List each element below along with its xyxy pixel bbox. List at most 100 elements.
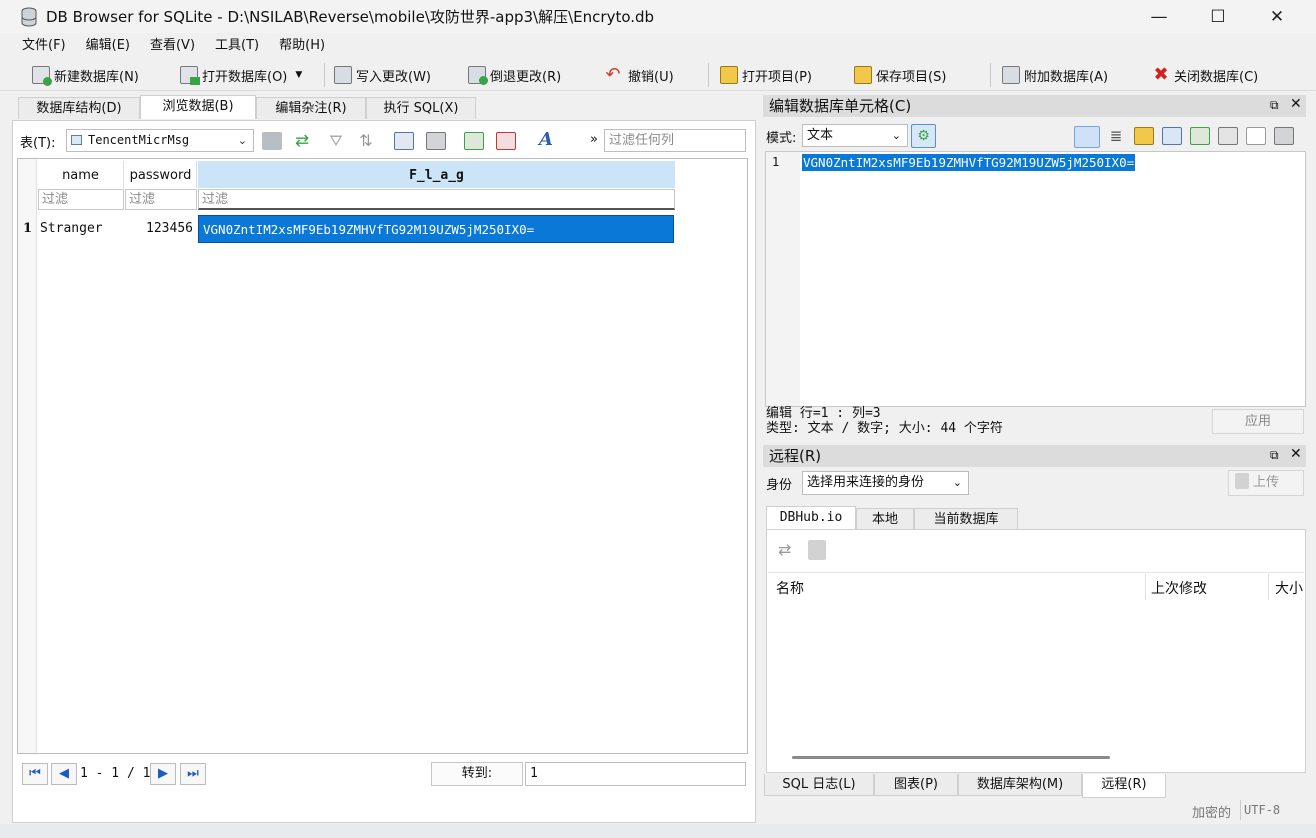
close-dock-icon[interactable]: ✕ (1290, 96, 1302, 112)
row-number[interactable]: 1 (18, 215, 37, 243)
menu-file[interactable]: 文件(F) (12, 34, 76, 58)
clear-filters-icon[interactable]: ⇄ (292, 132, 312, 150)
tab-local[interactable]: 本地 (856, 508, 914, 530)
tab-dbhub[interactable]: DBHub.io (766, 506, 856, 530)
open-database-button[interactable]: 打开数据库(O) ▼ (180, 62, 302, 88)
previous-page-icon[interactable]: ◀ (51, 763, 77, 785)
goto-button[interactable]: 转到: (431, 762, 523, 786)
tab-database-structure[interactable]: 数据库结构(D) (18, 97, 140, 119)
column-divider (1145, 574, 1146, 600)
menu-tools[interactable]: 工具(T) (205, 34, 269, 58)
sort-icon[interactable]: ⇅ (356, 132, 376, 150)
remote-col-modified[interactable]: 上次修改 (1151, 578, 1207, 598)
revert-changes-button[interactable]: 倒退更改(R) (468, 62, 561, 88)
identity-select[interactable]: 选择用来连接的身份 ⌄ (802, 471, 969, 495)
cell-name[interactable]: Stranger (40, 215, 124, 243)
column-header-password[interactable]: password (125, 161, 197, 188)
indent-icon[interactable]: ≣ (1106, 127, 1126, 145)
filter-flag-input[interactable]: 过滤 (198, 189, 675, 210)
app-window: DB Browser for SQLite - D:\NSILAB\Revers… (0, 0, 1316, 824)
cell-flag[interactable]: VGN0ZntIM2xsMF9Eb19ZMHVfTG92M19UZW5jM250… (198, 215, 674, 243)
menu-view[interactable]: 查看(V) (140, 34, 205, 58)
minimize-button[interactable]: — (1130, 0, 1188, 33)
column-header-name-label: name (62, 168, 99, 183)
new-database-button[interactable]: 新建数据库(N) (32, 62, 139, 88)
delete-record-icon[interactable] (496, 132, 516, 150)
text-format-icon[interactable]: A (536, 130, 556, 150)
chevron-down-icon: ⌄ (237, 134, 247, 147)
column-header-name[interactable]: name (38, 161, 124, 188)
upload-button[interactable]: 上传 (1228, 470, 1304, 496)
close-database-button[interactable]: ✖ 关闭数据库(C) (1152, 62, 1258, 88)
remote-col-size-clip: 大小 (1275, 578, 1304, 598)
export-file-icon[interactable] (1162, 127, 1182, 145)
copy-icon[interactable] (1218, 127, 1238, 145)
main-tab-area: 数据库结构(D) 浏览数据(B) 编辑杂注(R) 执行 SQL(X) 表(T):… (0, 92, 760, 824)
table-label: 表(T): (20, 136, 56, 151)
write-changes-button[interactable]: 写入更改(W) (334, 62, 431, 88)
menu-edit[interactable]: 编辑(E) (76, 34, 140, 58)
upload-label: 上传 (1253, 475, 1280, 490)
remote-col-size[interactable]: 大小 (1275, 581, 1303, 597)
tab-db-schema[interactable]: 数据库架构(M) (958, 774, 1082, 796)
undo-button[interactable]: ↶ 撤销(U) (602, 62, 673, 88)
word-wrap-icon[interactable] (1074, 126, 1100, 148)
filter-icon[interactable]: ⛛ (326, 132, 346, 150)
float-dock-icon[interactable]: ⧉ (1270, 98, 1279, 113)
tab-edit-pragmas[interactable]: 编辑杂注(R) (256, 97, 366, 119)
close-button[interactable]: ✕ (1248, 0, 1306, 33)
set-null-icon[interactable] (1190, 127, 1210, 145)
filter-name-input[interactable]: 过滤 (38, 189, 124, 210)
save-project-label: 保存项目(S) (876, 69, 947, 85)
import-file-icon[interactable] (1134, 127, 1154, 145)
print-cell-icon[interactable] (1274, 127, 1294, 145)
menu-help[interactable]: 帮助(H) (269, 34, 335, 58)
tab-browse-data[interactable]: 浏览数据(B) (140, 95, 256, 119)
editor-content[interactable]: VGN0ZntIM2xsMF9Eb19ZMHVfTG92M19UZW5jM250… (802, 154, 1136, 171)
mode-select[interactable]: 文本 ⌄ (802, 124, 908, 147)
print-icon[interactable] (426, 132, 446, 150)
identity-select-value: 选择用来连接的身份 (807, 475, 925, 490)
filter-any-column-input[interactable]: 过滤任何列 (604, 129, 746, 152)
remote-col-name[interactable]: 名称 (776, 578, 804, 598)
attach-database-label: 附加数据库(A) (1024, 69, 1109, 85)
first-page-icon[interactable]: ⏮ (22, 763, 48, 785)
cell-editor[interactable]: 1 VGN0ZntIM2xsMF9Eb19ZMHVfTG92M19UZW5jM2… (765, 151, 1306, 407)
revert-changes-icon (468, 66, 488, 85)
horizontal-scrollbar[interactable] (792, 756, 1110, 759)
more-tools-chevron-icon[interactable]: » (590, 132, 598, 147)
refresh-table-icon[interactable] (262, 132, 282, 150)
column-header-flag[interactable]: F_l_a_g (198, 161, 675, 188)
last-page-icon[interactable]: ⏭ (180, 763, 206, 785)
tab-current-database[interactable]: 当前数据库 (914, 508, 1018, 530)
close-dock-icon[interactable]: ✕ (1290, 446, 1302, 462)
edit-position-status: 编辑 行=1 : 列=3 (766, 406, 881, 421)
tab-execute-sql[interactable]: 执行 SQL(X) (366, 97, 476, 119)
save-project-button[interactable]: 保存项目(S) (854, 62, 946, 88)
tab-plot[interactable]: 图表(P) (874, 774, 958, 796)
attach-database-button[interactable]: 附加数据库(A) (1002, 62, 1108, 88)
maximize-button[interactable]: ☐ (1189, 0, 1247, 33)
clear-cell-icon[interactable] (1246, 127, 1266, 145)
remote-refresh-icon[interactable]: ⇄ (778, 540, 791, 559)
save-project-icon (854, 66, 872, 84)
cell-password[interactable]: 123456 (125, 215, 197, 243)
save-table-icon[interactable] (394, 132, 414, 150)
filter-password-input[interactable]: 过滤 (125, 189, 197, 210)
data-grid: name password F_l_a_g 过滤 过滤 过滤 1 Strange… (17, 158, 748, 754)
float-dock-icon[interactable]: ⧉ (1270, 448, 1279, 463)
open-project-button[interactable]: 打开项目(P) (720, 62, 812, 88)
table-select[interactable]: TencentMicrMsg ⌄ (66, 129, 254, 152)
remote-clone-icon[interactable] (808, 540, 826, 560)
insert-record-icon[interactable] (464, 132, 484, 150)
column-divider (1268, 574, 1269, 600)
auto-switch-mode-icon[interactable]: ⚙ (911, 124, 936, 148)
menu-bar: 文件(F) 编辑(E) 查看(V) 工具(T) 帮助(H) (0, 34, 1316, 58)
goto-row-input[interactable]: 1 (525, 762, 746, 786)
new-database-label: 新建数据库(N) (54, 69, 139, 85)
open-database-dropdown-icon[interactable]: ▼ (295, 70, 302, 80)
apply-button[interactable]: 应用 (1212, 409, 1304, 434)
tab-remote[interactable]: 远程(R) (1082, 774, 1166, 798)
tab-sql-log[interactable]: SQL 日志(L) (764, 774, 874, 796)
next-page-icon[interactable]: ▶ (150, 763, 176, 785)
